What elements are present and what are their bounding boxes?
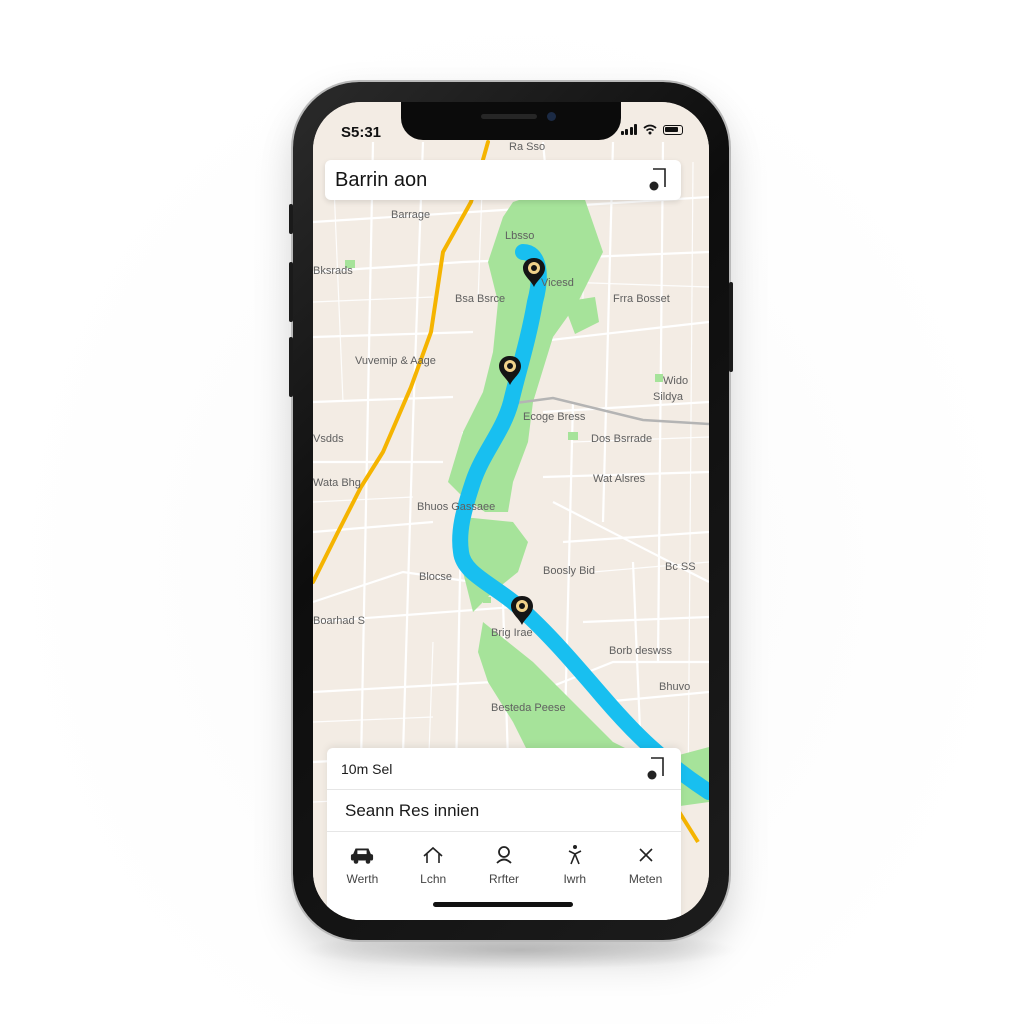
map-label: Bhuvo [659, 681, 690, 693]
tab-label: Rrfter [488, 872, 519, 886]
volume-down-button [289, 337, 293, 397]
car-icon [350, 844, 374, 866]
home-icon [421, 844, 445, 866]
tab-label: Lchn [420, 872, 447, 886]
tab-bar: Werth Lchn Rrfter Iwrh Meten [327, 834, 681, 894]
volume-up-button [289, 262, 293, 322]
map-label: Boarhad S [313, 615, 365, 627]
tab-walk[interactable]: Iwrh [540, 834, 610, 894]
close-icon [634, 844, 658, 866]
map-label: Besteda Peese [491, 702, 566, 714]
bottom-sheet: 10m Sel Seann Res innien Werth Lchn Rrft… [327, 748, 681, 920]
map-label: Wat Alsres [593, 473, 646, 485]
map-label: Lbsso [505, 230, 534, 242]
map-label: Bsa Bsrce [455, 293, 505, 305]
route-duration: 10m Sel [341, 760, 393, 777]
map-label: Wido [663, 375, 688, 387]
tab-rider[interactable]: Rrfter [469, 834, 539, 894]
mute-switch [289, 204, 293, 234]
phone-screen: Ra Sso Barrage Lbsso Bksrads Vicesd Bsa … [313, 102, 709, 920]
wifi-icon [643, 124, 657, 135]
phone-frame: Ra Sso Barrage Lbsso Bksrads Vicesd Bsa … [289, 82, 733, 940]
map-label: Borb deswss [609, 645, 672, 657]
tab-drive[interactable]: Werth [327, 834, 397, 894]
status-icons [620, 124, 683, 135]
front-camera [547, 112, 556, 121]
map-label: Wata Bhg [313, 477, 361, 489]
map-label: Bhuos Gassaee [417, 501, 495, 513]
tab-home[interactable]: Lchn [398, 834, 468, 894]
map-label: Barrage [391, 209, 430, 221]
speaker [481, 114, 537, 119]
search-bar[interactable]: Barrin aon [325, 160, 681, 200]
status-time: S5:31 [341, 124, 382, 141]
map-label: Vicesd [541, 277, 574, 289]
map-label: Dos Bsrrade [591, 433, 652, 445]
home-indicator[interactable] [433, 902, 573, 907]
battery-icon [663, 124, 683, 135]
tab-more[interactable]: Meten [611, 834, 681, 894]
walk-icon [563, 844, 587, 866]
map-label: Vsdds [313, 433, 344, 445]
search-text: Barrin aon [335, 168, 428, 191]
tab-label: Meten [628, 872, 663, 886]
map-label: Bksrads [313, 265, 353, 277]
tab-label: Iwrh [563, 872, 587, 886]
map-label: Sildya [653, 391, 684, 403]
person-icon [492, 844, 516, 866]
map-pin-icon[interactable] [645, 756, 667, 782]
route-summary-row[interactable]: 10m Sel [327, 748, 681, 790]
map-label: Boosly Bid [543, 565, 595, 577]
tab-label: Werth [346, 872, 379, 886]
search-results-row[interactable]: Seann Res innien [327, 790, 681, 832]
map-pin-icon[interactable] [647, 167, 669, 193]
map-label: Blocse [419, 571, 452, 583]
map-label: Ecoge Bress [523, 411, 586, 423]
map-label: Ra Sso [509, 141, 545, 153]
map-label: Brig Irae [491, 627, 533, 639]
notch [401, 102, 621, 140]
map-label: Frra Bosset [613, 293, 670, 305]
search-results-label: Seann Res innien [345, 800, 480, 820]
stage: Ra Sso Barrage Lbsso Bksrads Vicesd Bsa … [0, 0, 1024, 1024]
power-button [729, 282, 733, 372]
map-label: Vuvemip & Aage [355, 355, 436, 367]
cellular-signal-icon [620, 124, 637, 135]
map-label: Bc SS [665, 561, 696, 573]
